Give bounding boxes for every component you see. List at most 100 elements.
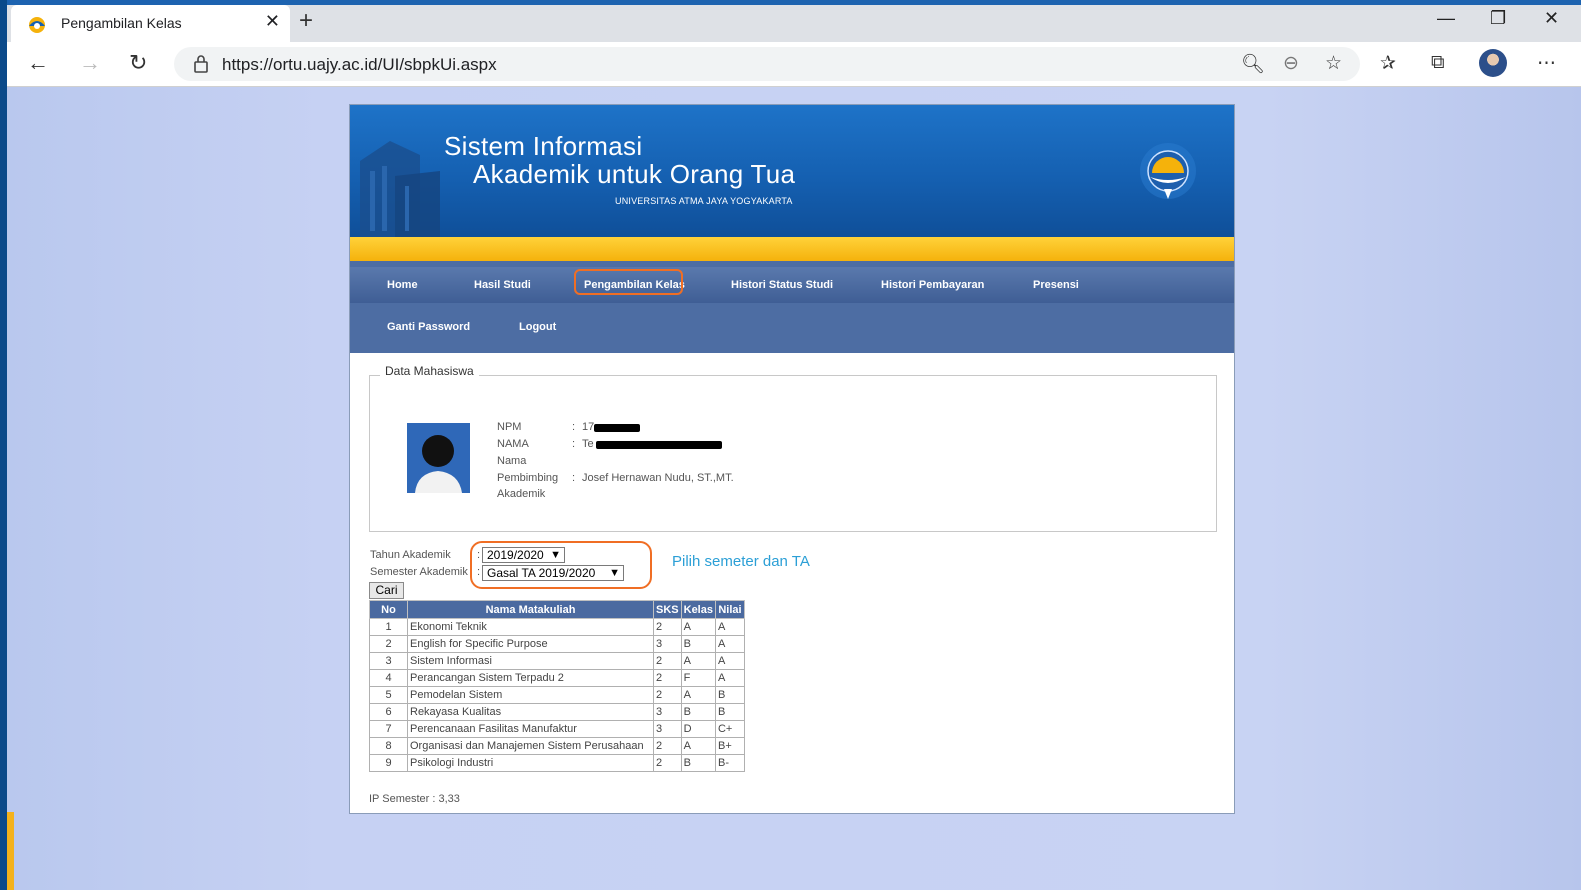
cell-nama: Rekayasa Kualitas: [407, 703, 654, 721]
cell-nilai: B-: [714, 754, 745, 772]
annotation-hint: Pilih semeter dan TA: [672, 553, 810, 570]
browser-toolbar: ← → ↻ https://ortu.uajy.ac.id/UI/sbpkUi.…: [7, 42, 1581, 87]
table-row: 2 English for Specific Purpose 3 B A: [369, 635, 745, 653]
header-kelas: Kelas: [680, 600, 716, 619]
akademik-label: Akademik: [497, 488, 546, 500]
menu-histori-pembayaran[interactable]: Histori Pembayaran: [881, 279, 984, 291]
collections-icon[interactable]: ⧉: [1431, 52, 1445, 74]
pembimbing-value: Josef Hernawan Nudu, ST.,MT.: [582, 472, 734, 484]
cell-sks: 2: [653, 652, 682, 670]
favorites-icon[interactable]: ✰: [1380, 52, 1396, 75]
search-page-icon[interactable]: 🔍︎: [1241, 52, 1265, 76]
address-bar[interactable]: https://ortu.uajy.ac.id/UI/sbpkUi.aspx: [174, 47, 1360, 81]
cell-nilai: B+: [714, 737, 745, 755]
cell-kelas: B: [680, 754, 716, 772]
menu-histori-status-studi[interactable]: Histori Status Studi: [731, 279, 833, 291]
cell-nama: Perencanaan Fasilitas Manufaktur: [407, 720, 654, 738]
menu-logout[interactable]: Logout: [519, 321, 556, 333]
search-button[interactable]: Cari: [369, 582, 404, 599]
npm-value: 17: [582, 421, 595, 433]
cell-kelas: A: [680, 686, 716, 704]
semester-label: Semester Akademik: [370, 566, 468, 578]
refresh-icon[interactable]: ↻: [129, 50, 147, 76]
favicon: [29, 17, 45, 33]
table-row: 8 Organisasi dan Manajemen Sistem Perusah…: [369, 737, 745, 755]
pembimbing-label: Pembimbing: [497, 472, 559, 484]
menu-ganti-password[interactable]: Ganti Password: [387, 321, 470, 333]
cell-no: 3: [369, 652, 408, 670]
cell-kelas: D: [680, 720, 716, 738]
table-row: 5 Pemodelan Sistem 2 A B: [369, 686, 745, 704]
cell-nama: English for Specific Purpose: [407, 635, 654, 653]
minimize-icon[interactable]: —: [1437, 8, 1455, 29]
cell-nilai: A: [714, 618, 745, 636]
cell-no: 7: [369, 720, 408, 738]
menu-hasil-studi[interactable]: Hasil Studi: [474, 279, 531, 291]
banner-title-1: Sistem Informasi: [444, 131, 643, 161]
tab-title: Pengambilan Kelas: [61, 15, 182, 31]
cell-nilai: A: [714, 652, 745, 670]
table-row: 4 Perancangan Sistem Terpadu 22FA: [369, 669, 745, 687]
cell-sks: 2: [653, 618, 682, 636]
lock-icon: [194, 55, 208, 73]
cell-nama: Perancangan Sistem Terpadu 2: [407, 669, 654, 687]
cell-nilai: B: [714, 686, 745, 704]
content-panel: Sistem Informasi Akademik untuk Orang Tu…: [349, 104, 1235, 814]
banner-subtitle: UNIVERSITAS ATMA JAYA YOGYAKARTA: [615, 196, 793, 206]
nama-redaction: [596, 441, 722, 449]
cell-no: 8: [369, 737, 408, 755]
url-text: https://ortu.uajy.ac.id/UI/sbpkUi.aspx: [222, 55, 497, 74]
window-close-icon[interactable]: ✕: [1544, 8, 1559, 29]
zoom-out-icon[interactable]: ⊖: [1283, 52, 1299, 75]
cell-no: 5: [369, 686, 408, 704]
cell-sks: 3: [653, 720, 682, 738]
cell-no: 2: [369, 635, 408, 653]
cell-kelas: A: [680, 618, 716, 636]
close-icon[interactable]: ✕: [265, 11, 280, 32]
more-icon[interactable]: ⋯: [1537, 52, 1556, 75]
npm-sep: :: [572, 421, 576, 433]
building-graphic: [360, 141, 440, 237]
browser-tab[interactable]: Pengambilan Kelas ✕: [11, 5, 290, 42]
student-data-legend: Data Mahasiswa: [380, 364, 479, 378]
courses-table: No Nama Matakuliah SKS Kelas Nilai 1 Ekon…: [369, 600, 745, 772]
plus-icon[interactable]: +: [299, 7, 313, 35]
nama-label: NAMA: [497, 438, 529, 450]
pembimbing-sep: :: [572, 472, 576, 484]
menu-presensi[interactable]: Presensi: [1033, 279, 1079, 291]
nama-label-2: Nama: [497, 455, 527, 467]
cell-kelas: B: [680, 703, 716, 721]
ip-semester: IP Semester : 3,33: [369, 793, 460, 805]
cell-nama: Organisasi dan Manajemen Sistem Perusaha…: [407, 737, 654, 755]
header-nilai: Nilai: [714, 600, 745, 619]
nama-sep: :: [572, 438, 576, 450]
banner-title-2: Akademik untuk Orang Tua: [473, 159, 796, 189]
cell-nama: Ekonomi Teknik: [407, 618, 654, 636]
page-viewport: Sistem Informasi Akademik untuk Orang Tu…: [7, 87, 1581, 890]
cell-kelas: A: [680, 652, 716, 670]
menu-home[interactable]: Home: [387, 279, 418, 291]
cell-nama: Sistem Informasi: [407, 652, 654, 670]
restore-icon[interactable]: ❐: [1490, 8, 1506, 29]
cell-no: 1: [369, 618, 408, 636]
cell-nilai: A: [714, 635, 745, 653]
table-row: 3 Sistem Informasi 2 A A: [369, 652, 745, 670]
filter-highlight-circle: [470, 541, 652, 589]
university-logo: [1140, 143, 1196, 199]
star-icon[interactable]: ☆: [1325, 52, 1342, 75]
cell-nama: Pemodelan Sistem: [407, 686, 654, 704]
gold-divider: [350, 237, 1234, 261]
site-banner: Sistem Informasi Akademik untuk Orang Tu…: [350, 105, 1234, 237]
table-row: 6 Rekayasa Kualitas 3 B B: [369, 703, 745, 721]
tahun-label: Tahun Akademik: [370, 549, 451, 561]
forward-arrow-icon[interactable]: →: [79, 50, 101, 76]
back-arrow-icon[interactable]: ←: [27, 50, 49, 76]
avatar[interactable]: [1479, 49, 1507, 77]
student-data-box: [369, 375, 1217, 532]
menu-highlight-circle: [574, 269, 683, 295]
cell-no: 6: [369, 703, 408, 721]
table-row: 1 Ekonomi Teknik 2 A A: [369, 618, 745, 636]
table-header-row: No Nama Matakuliah SKS Kelas Nilai: [369, 600, 745, 619]
student-photo: [407, 423, 470, 493]
cell-sks: 2: [653, 754, 682, 772]
